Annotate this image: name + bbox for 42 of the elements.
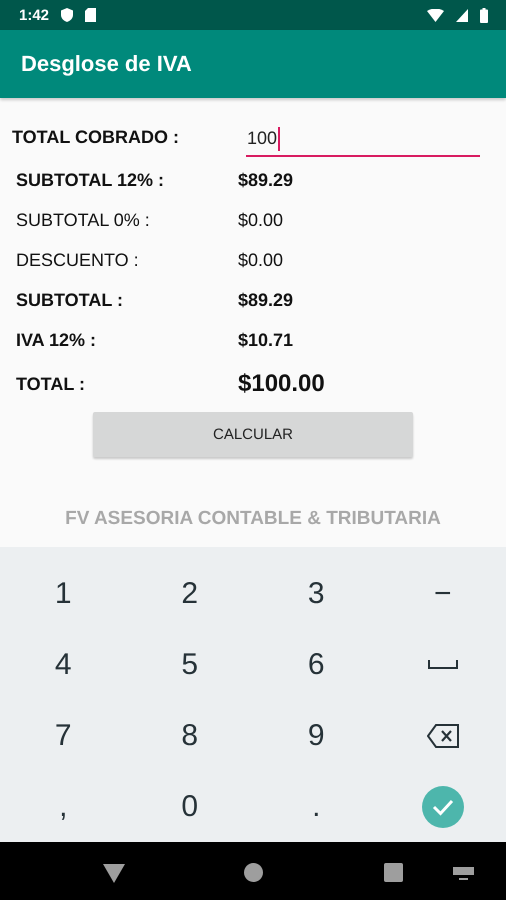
row-label: SUBTOTAL 0% : (15, 210, 151, 230)
keyboard-key[interactable]: 9 (308, 718, 325, 752)
amount-input-field[interactable]: 100 (246, 122, 480, 156)
row-value: $100.00 (238, 370, 325, 398)
sd-card-icon (85, 8, 96, 22)
back-icon[interactable] (103, 864, 125, 883)
keyboard-key[interactable]: 6 (308, 648, 325, 682)
wifi-icon (427, 8, 444, 22)
backspace-icon[interactable] (426, 724, 459, 748)
space-key-icon[interactable] (428, 660, 458, 670)
row-label: SUBTOTAL 12% : (15, 170, 166, 190)
row-value: $89.29 (238, 170, 294, 190)
home-icon[interactable] (244, 863, 263, 882)
footer-text: FV ASESORIA CONTABLE & TRIBUTARIA (64, 508, 442, 530)
row-label: TOTAL : (15, 374, 86, 394)
calculate-button[interactable]: CALCULAR (93, 412, 413, 457)
keyboard-key[interactable]: , (59, 790, 68, 824)
keyboard-key[interactable]: . (312, 790, 320, 824)
keyboard-key[interactable]: 4 (54, 648, 72, 682)
checkmark-button-icon[interactable] (422, 786, 464, 828)
keyboard-key[interactable]: 8 (181, 718, 198, 752)
field-label: TOTAL COBRADO : (11, 127, 180, 148)
battery-icon (480, 8, 488, 22)
keyboard-key[interactable]: 2 (181, 576, 198, 610)
row-label: DESCUENTO : (15, 250, 140, 270)
row-label: IVA 12% : (15, 330, 98, 350)
keyboard-key[interactable]: 1 (54, 576, 72, 610)
signal-icon (456, 8, 468, 22)
keyboard-icon[interactable] (453, 867, 474, 881)
shield-icon (61, 8, 74, 22)
row-value: $0.00 (238, 250, 284, 270)
row-label: SUBTOTAL : (15, 290, 124, 310)
app-title: Desglose de IVA (21, 51, 192, 77)
row-value: $89.29 (238, 290, 294, 310)
keyboard-key[interactable]: 5 (181, 648, 198, 682)
keyboard-key[interactable]: 3 (308, 576, 325, 610)
row-value: $10.71 (238, 330, 294, 350)
keyboard-key[interactable]: − (434, 576, 452, 610)
row-value: $0.00 (238, 210, 284, 230)
status-time: 1:42 (19, 6, 50, 24)
keyboard-key[interactable]: 7 (54, 718, 72, 752)
keyboard-key[interactable]: 0 (181, 790, 198, 824)
